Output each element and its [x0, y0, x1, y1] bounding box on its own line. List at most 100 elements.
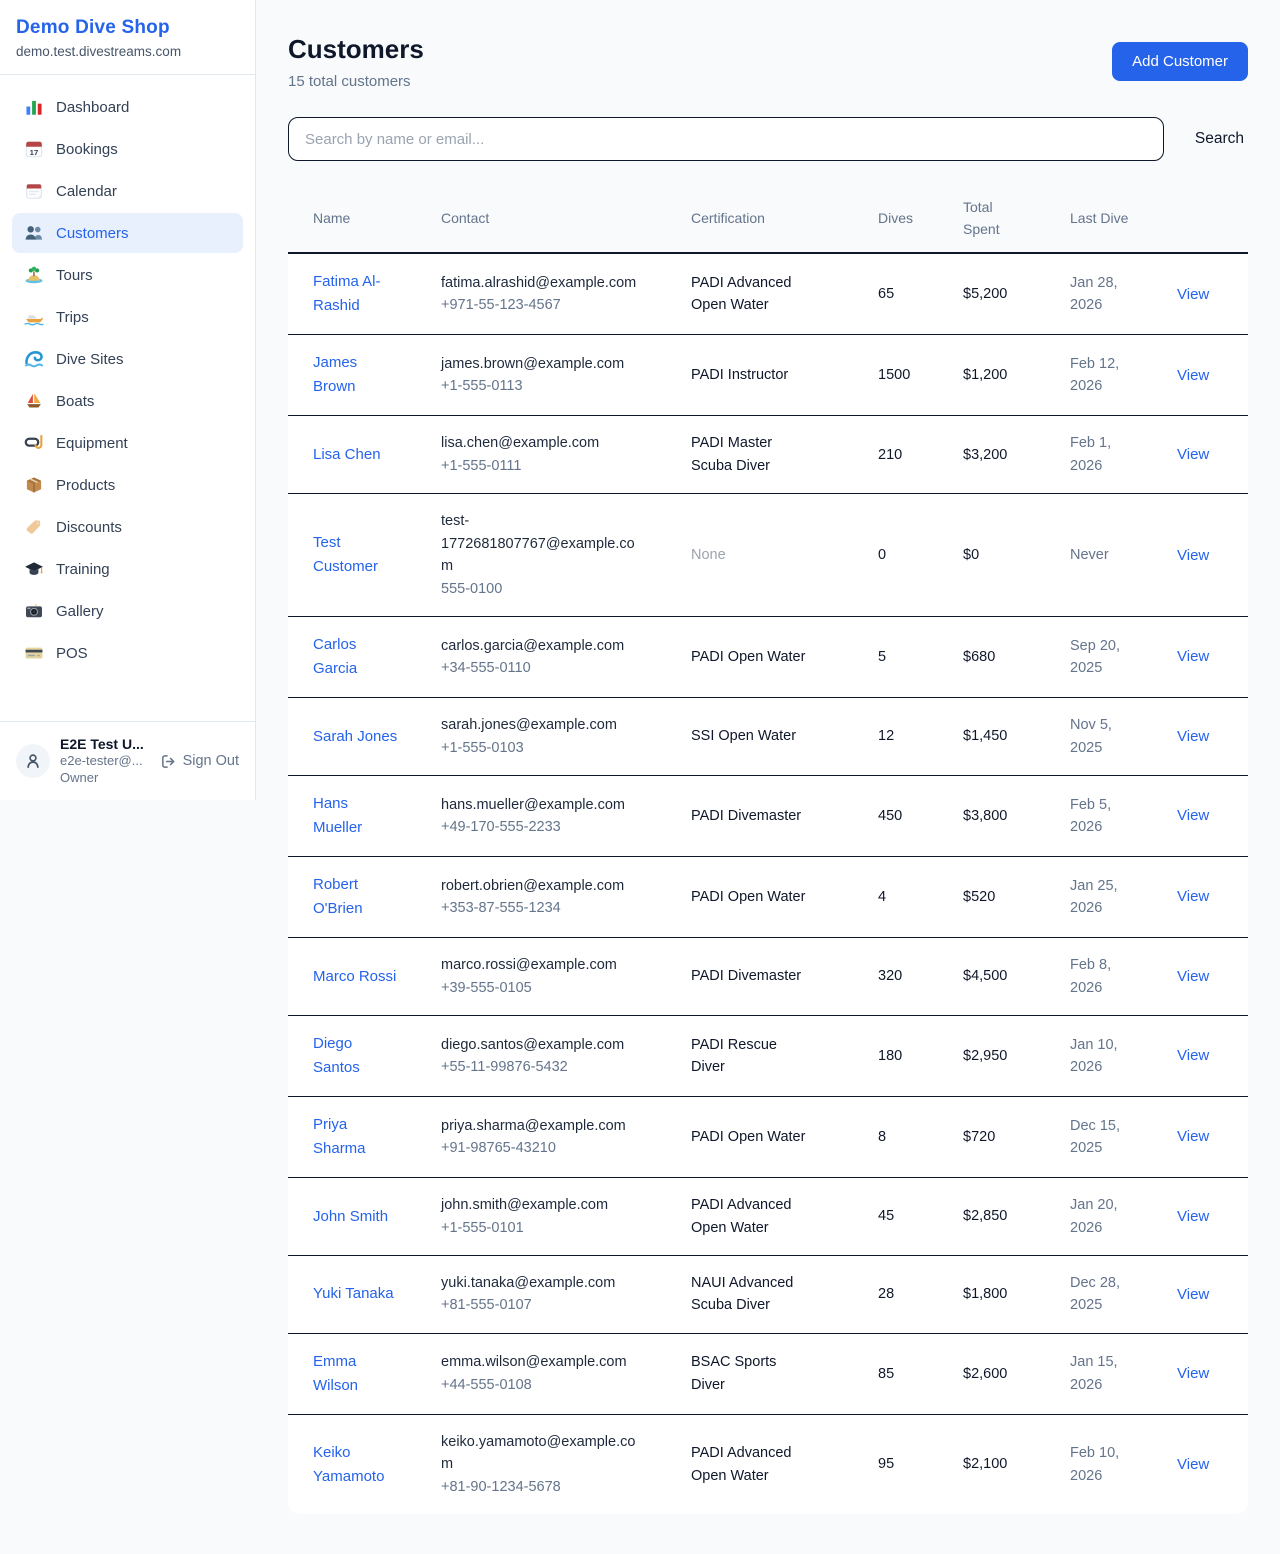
- sidebar-item-label: Customers: [56, 225, 129, 242]
- sidebar-item-products[interactable]: Products: [12, 465, 243, 505]
- view-link[interactable]: View: [1177, 968, 1209, 985]
- customer-name-link[interactable]: Hans Mueller: [313, 792, 401, 840]
- customers-table-card: NameContactCertificationDivesTotal Spent…: [288, 185, 1248, 1514]
- customer-name-cell: Test Customer: [288, 494, 433, 617]
- sidebar-item-trips[interactable]: Trips: [12, 297, 243, 337]
- customer-name-link[interactable]: Carlos Garcia: [313, 633, 401, 681]
- customer-contact-cell: fatima.alrashid@example.com+971-55-123-4…: [433, 253, 683, 335]
- customer-contact-cell: emma.wilson@example.com+44-555-0108: [433, 1333, 683, 1414]
- customer-name-link[interactable]: Robert O'Brien: [313, 873, 401, 921]
- view-link[interactable]: View: [1177, 1456, 1209, 1473]
- customer-last-dive: Jan 25, 2026: [1070, 875, 1130, 920]
- customer-name-link[interactable]: Diego Santos: [313, 1032, 401, 1080]
- wave-icon: [24, 349, 44, 369]
- add-customer-button[interactable]: Add Customer: [1112, 42, 1248, 81]
- view-link[interactable]: View: [1177, 1286, 1209, 1303]
- customer-name-link[interactable]: Fatima Al-Rashid: [313, 270, 401, 318]
- customer-certification: PADI Rescue Diver: [691, 1034, 809, 1079]
- customer-email: yuki.tanaka@example.com: [441, 1272, 643, 1294]
- sidebar-item-tours[interactable]: Tours: [12, 255, 243, 295]
- customer-row: Fatima Al-Rashid fatima.alrashid@example.…: [288, 253, 1248, 335]
- customer-phone: +1-555-0101: [441, 1217, 643, 1239]
- sidebar-item-equipment[interactable]: Equipment: [12, 423, 243, 463]
- customer-certification-cell: PADI Divemaster: [683, 776, 870, 857]
- customer-certification-cell: PADI Advanced Open Water: [683, 1414, 870, 1514]
- sidebar-item-boats[interactable]: Boats: [12, 381, 243, 421]
- customer-row: Hans Mueller hans.mueller@example.com+49-…: [288, 776, 1248, 857]
- view-link[interactable]: View: [1177, 888, 1209, 905]
- view-link[interactable]: View: [1177, 807, 1209, 824]
- customer-contact-cell: test-1772681807767@example.com555-0100: [433, 494, 683, 617]
- graduation-cap-icon: [24, 559, 44, 579]
- customer-last-dive-cell: Never: [1062, 494, 1169, 617]
- customer-view-cell: View: [1169, 1256, 1248, 1334]
- customer-last-dive: Jan 20, 2026: [1070, 1194, 1130, 1239]
- view-link[interactable]: View: [1177, 728, 1209, 745]
- view-link[interactable]: View: [1177, 367, 1209, 384]
- customer-email: james.brown@example.com: [441, 353, 643, 375]
- customer-dives-cell: 450: [870, 776, 955, 857]
- customer-name-link[interactable]: Keiko Yamamoto: [313, 1441, 401, 1489]
- sidebar-item-discounts[interactable]: Discounts: [12, 507, 243, 547]
- customer-name-link[interactable]: Test Customer: [313, 531, 401, 579]
- customer-view-cell: View: [1169, 1016, 1248, 1097]
- customer-name-link[interactable]: James Brown: [313, 351, 401, 399]
- view-link[interactable]: View: [1177, 1208, 1209, 1225]
- customer-name-link[interactable]: Lisa Chen: [313, 443, 381, 467]
- customer-name-link[interactable]: Marco Rossi: [313, 965, 396, 989]
- column-header-name: Name: [288, 185, 433, 253]
- customer-dives-cell: 320: [870, 938, 955, 1016]
- view-link[interactable]: View: [1177, 286, 1209, 303]
- customer-name-link[interactable]: Emma Wilson: [313, 1350, 401, 1398]
- sidebar-item-bookings[interactable]: 17Bookings: [12, 129, 243, 169]
- search-row: Search: [288, 117, 1248, 161]
- sidebar-item-pos[interactable]: POS: [12, 633, 243, 673]
- customer-name-cell: Marco Rossi: [288, 938, 433, 1016]
- view-link[interactable]: View: [1177, 1365, 1209, 1382]
- customer-row: John Smithjohn.smith@example.com+1-555-0…: [288, 1178, 1248, 1256]
- customer-name-cell: Hans Mueller: [288, 776, 433, 857]
- bar-chart-icon: [24, 97, 44, 117]
- customer-total-spent-cell: $680: [955, 617, 1062, 698]
- customer-email: marco.rossi@example.com: [441, 954, 643, 976]
- customers-table: NameContactCertificationDivesTotal Spent…: [288, 185, 1248, 1514]
- search-input[interactable]: [288, 117, 1164, 161]
- customer-certification-cell: PADI Advanced Open Water: [683, 1178, 870, 1256]
- view-link[interactable]: View: [1177, 1128, 1209, 1145]
- sidebar-item-dashboard[interactable]: Dashboard: [12, 87, 243, 127]
- customer-name-link[interactable]: John Smith: [313, 1205, 388, 1229]
- customer-last-dive-cell: Feb 12, 2026: [1062, 335, 1169, 416]
- customer-contact-cell: carlos.garcia@example.com+34-555-0110: [433, 617, 683, 698]
- sidebar-item-dive-sites[interactable]: Dive Sites: [12, 339, 243, 379]
- sidebar-item-gallery[interactable]: Gallery: [12, 591, 243, 631]
- tear-off-calendar-icon: [24, 181, 44, 201]
- customer-contact-cell: hans.mueller@example.com+49-170-555-2233: [433, 776, 683, 857]
- customer-certification: NAUI Advanced Scuba Diver: [691, 1272, 809, 1317]
- customer-phone: +1-555-0113: [441, 375, 643, 397]
- customer-name-link[interactable]: Sarah Jones: [313, 725, 397, 749]
- customer-name-link[interactable]: Yuki Tanaka: [313, 1282, 394, 1306]
- customer-total-spent-cell: $1,200: [955, 335, 1062, 416]
- customer-certification-cell: PADI Divemaster: [683, 938, 870, 1016]
- customer-email: priya.sharma@example.com: [441, 1115, 643, 1137]
- sidebar-item-training[interactable]: Training: [12, 549, 243, 589]
- customer-row: Sarah Jonessarah.jones@example.com+1-555…: [288, 698, 1248, 776]
- sign-out-button[interactable]: Sign Out: [160, 753, 239, 770]
- view-link[interactable]: View: [1177, 547, 1209, 564]
- customer-dives-cell: 8: [870, 1097, 955, 1178]
- customer-name-link[interactable]: Priya Sharma: [313, 1113, 401, 1161]
- customer-phone: +1-555-0111: [441, 455, 643, 477]
- search-button[interactable]: Search: [1191, 122, 1248, 156]
- view-link[interactable]: View: [1177, 446, 1209, 463]
- sidebar-footer: E2E Test U... e2e-tester@... Owner Sign …: [0, 721, 255, 800]
- view-link[interactable]: View: [1177, 648, 1209, 665]
- customer-last-dive: Feb 12, 2026: [1070, 353, 1130, 398]
- customer-total-spent-cell: $4,500: [955, 938, 1062, 1016]
- customer-view-cell: View: [1169, 335, 1248, 416]
- customer-certification-cell: PADI Instructor: [683, 335, 870, 416]
- sidebar-item-customers[interactable]: Customers: [12, 213, 243, 253]
- diving-mask-icon: [24, 433, 44, 453]
- view-link[interactable]: View: [1177, 1047, 1209, 1064]
- label-tag-icon: [24, 517, 44, 537]
- sidebar-item-calendar[interactable]: Calendar: [12, 171, 243, 211]
